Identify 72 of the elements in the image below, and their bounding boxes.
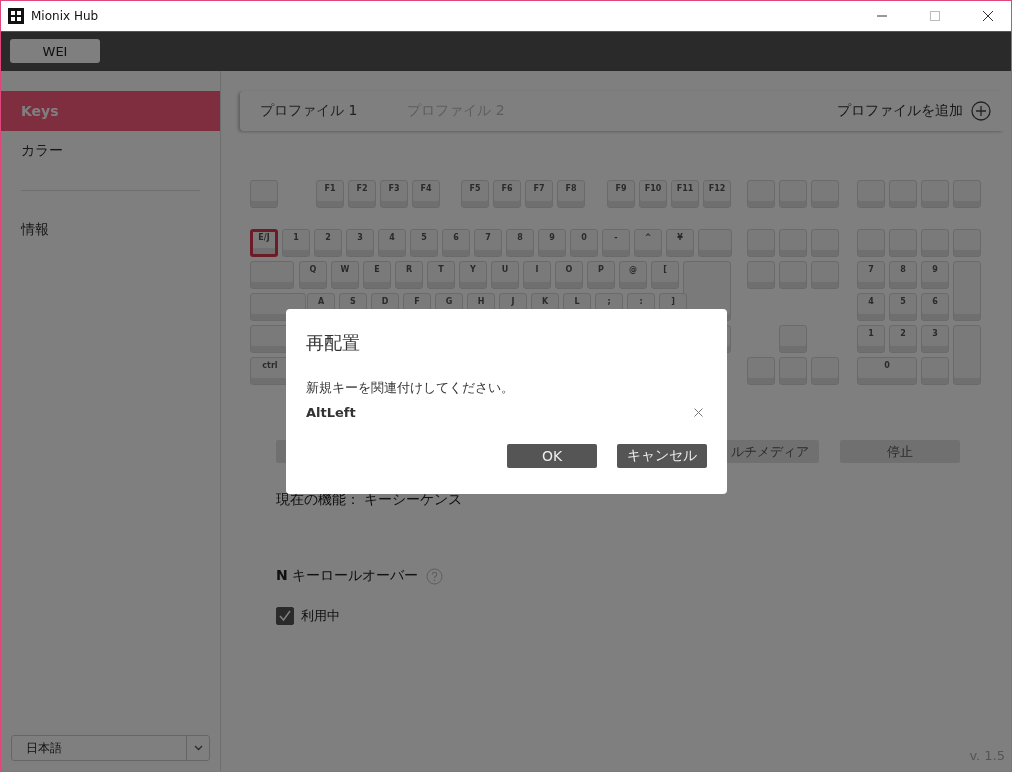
keyboard-key[interactable]: F9 (607, 180, 635, 208)
keyboard-key[interactable]: 7 (857, 261, 885, 289)
keyboard-key[interactable]: ^ (634, 229, 662, 257)
keyboard-key[interactable]: 1 (282, 229, 310, 257)
chevron-down-icon (193, 745, 203, 751)
keyboard-key[interactable]: 5 (889, 293, 917, 321)
keyboard-key[interactable]: Y (459, 261, 487, 289)
keyboard-key[interactable]: 4 (857, 293, 885, 321)
keyboard-key[interactable]: 4 (378, 229, 406, 257)
keyboard-key[interactable]: T (427, 261, 455, 289)
keyboard-key[interactable]: 0 (857, 357, 917, 385)
sidebar-item[interactable]: 情報 (1, 210, 220, 250)
keyboard-key[interactable]: W (331, 261, 359, 289)
keyboard-key[interactable]: 0 (570, 229, 598, 257)
keyboard-key[interactable]: 1 (857, 325, 885, 353)
sidebar-item[interactable]: Keys (1, 91, 220, 131)
keyboard-key[interactable]: F7 (525, 180, 553, 208)
keyboard-key[interactable]: 3 (346, 229, 374, 257)
keyboard-key[interactable]: 6 (921, 293, 949, 321)
keyboard-key[interactable]: F3 (380, 180, 408, 208)
sidebar-item[interactable]: カラー (1, 131, 220, 171)
keyboard-key[interactable]: F6 (493, 180, 521, 208)
keyboard-key[interactable]: 2 (314, 229, 342, 257)
keyboard-key[interactable]: @ (619, 261, 647, 289)
keyboard-key[interactable]: 9 (538, 229, 566, 257)
keyboard-key[interactable]: F10 (639, 180, 667, 208)
device-tab[interactable]: WEI (10, 39, 100, 63)
keyboard-key[interactable]: 8 (889, 261, 917, 289)
keyboard-key[interactable]: F11 (671, 180, 699, 208)
section-heading: N キーロールオーバー (276, 567, 419, 585)
keyboard-key[interactable]: P (587, 261, 615, 289)
keyboard-key[interactable]: F12 (703, 180, 731, 208)
keyboard-key[interactable]: R (395, 261, 423, 289)
add-circle-icon[interactable] (971, 101, 991, 121)
keyboard-key[interactable]: [ (651, 261, 679, 289)
key-name: AltLeft (306, 405, 356, 420)
language-select[interactable]: 日本語 (11, 735, 210, 761)
close-icon (983, 11, 993, 21)
keyboard-key[interactable]: F2 (348, 180, 376, 208)
cancel-button[interactable]: キャンセル (617, 444, 707, 468)
keyboard-key[interactable]: Q (299, 261, 327, 289)
help-icon[interactable] (426, 567, 444, 585)
window-title: Mionix Hub (31, 9, 100, 23)
keyboard-key[interactable]: 6 (442, 229, 470, 257)
checkbox-label: 利用中 (301, 607, 340, 625)
function-button[interactable]: 停止 (840, 440, 960, 463)
maximize-icon (930, 11, 940, 21)
keyboard-key[interactable]: I (523, 261, 551, 289)
keyboard-key[interactable]: E (363, 261, 391, 289)
keyboard-key[interactable]: 8 (506, 229, 534, 257)
ok-button[interactable]: OK (507, 444, 597, 468)
keyboard-key[interactable]: E/J (250, 229, 278, 257)
app-logo-icon (8, 8, 24, 24)
keyboard-key[interactable]: 9 (921, 261, 949, 289)
keyboard-key[interactable]: O (555, 261, 583, 289)
keyboard-key[interactable]: ¥ (666, 229, 694, 257)
keyboard-key[interactable]: 5 (410, 229, 438, 257)
keyboard-key[interactable]: F8 (557, 180, 585, 208)
checkbox[interactable] (276, 607, 294, 625)
keyboard-key[interactable]: F1 (316, 180, 344, 208)
keyboard-key[interactable]: 7 (474, 229, 502, 257)
profile-tab[interactable]: プロファイル 1 (260, 102, 358, 120)
keyboard-key[interactable]: 3 (921, 325, 949, 353)
keyboard-key[interactable]: 2 (889, 325, 917, 353)
keyboard-key[interactable]: - (602, 229, 630, 257)
close-icon[interactable] (694, 408, 703, 417)
dialog-message: 新規キーを関連付けしてください。 (306, 379, 515, 397)
keyboard-key[interactable]: F5 (461, 180, 489, 208)
keyboard-key[interactable]: F4 (412, 180, 440, 208)
add-profile-link[interactable]: プロファイルを追加 (837, 102, 963, 120)
dialog-title: 再配置 (306, 331, 361, 355)
keyboard-key[interactable]: U (491, 261, 519, 289)
